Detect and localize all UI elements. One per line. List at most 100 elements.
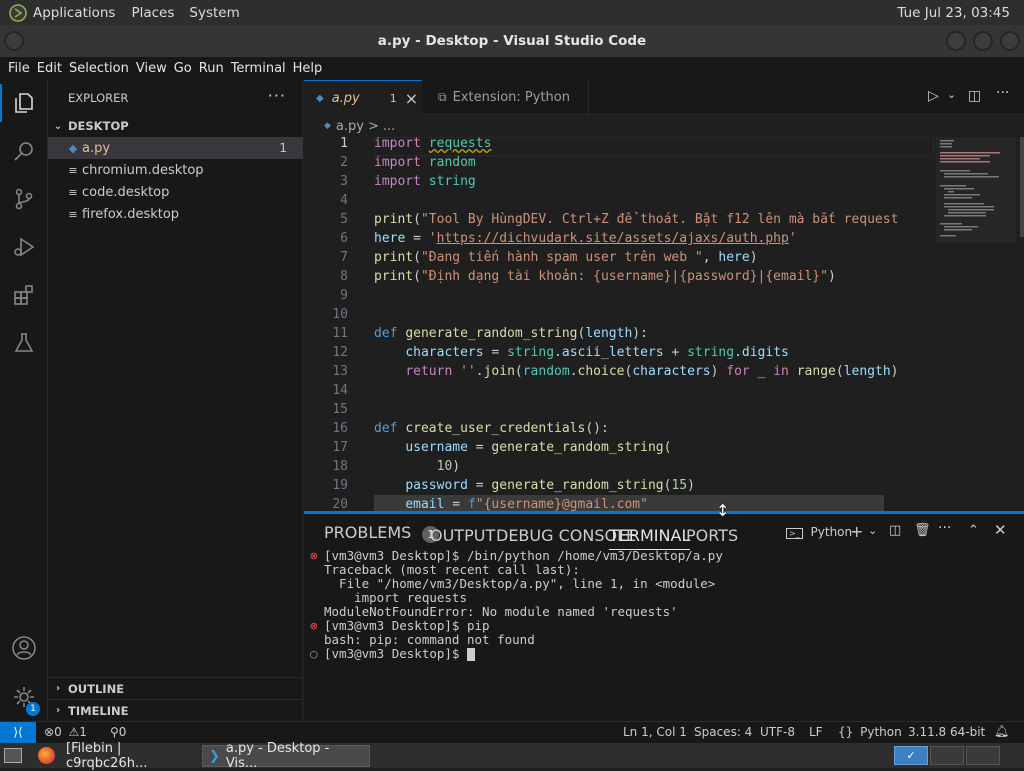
file-item-a-py[interactable]: ◆ a.py 1 bbox=[48, 137, 303, 159]
applications-menu[interactable]: Applications bbox=[9, 3, 116, 22]
ports-status[interactable]: ⚲0 bbox=[110, 725, 126, 739]
breadcrumb-file[interactable]: a.py bbox=[336, 119, 364, 134]
workspace-switcher-2[interactable] bbox=[930, 746, 964, 765]
close-window-button[interactable] bbox=[1000, 31, 1020, 51]
file-item-code[interactable]: ≡ code.desktop bbox=[48, 181, 303, 203]
terminal-line: ModuleNotFoundError: No module named 're… bbox=[324, 604, 678, 619]
menu-bar: File Edit Selection View Go Run Terminal… bbox=[0, 57, 1024, 80]
menu-edit[interactable]: Edit bbox=[37, 61, 62, 76]
menu-view[interactable]: View bbox=[136, 61, 167, 76]
run-debug-icon bbox=[14, 237, 35, 257]
problems-status[interactable]: ⊗0 ⚠1 bbox=[44, 725, 87, 739]
maximize-button[interactable] bbox=[973, 31, 993, 51]
panel-tab-problems[interactable]: PROBLEMS 1 bbox=[324, 523, 440, 543]
timeline-section[interactable]: › TIMELINE bbox=[48, 699, 303, 721]
outline-section[interactable]: › OUTLINE bbox=[48, 677, 303, 699]
split-editor-button[interactable]: ◫ bbox=[968, 88, 981, 104]
breadcrumb-symbol[interactable]: ... bbox=[383, 119, 395, 134]
line-number: 16 bbox=[332, 421, 348, 436]
panel-tab-terminal[interactable]: TERMINAL bbox=[609, 526, 691, 550]
activity-bar: 1 bbox=[0, 80, 48, 721]
panel-more-button[interactable]: ··· bbox=[938, 520, 951, 536]
minimap[interactable] bbox=[936, 137, 1024, 257]
file-item-chromium[interactable]: ≡ chromium.desktop bbox=[48, 159, 303, 181]
panel-tab-output[interactable]: OUTPUT bbox=[430, 526, 495, 545]
taskbar-item-vscode[interactable]: ❯ a.py - Desktop - Vis... bbox=[202, 741, 370, 771]
menu-terminal[interactable]: Terminal bbox=[231, 61, 286, 76]
code-editor[interactable]: 1 import requests 2 import random 3 import … bbox=[304, 137, 1024, 511]
menu-file[interactable]: File bbox=[8, 61, 30, 76]
testing-activity[interactable] bbox=[0, 320, 48, 366]
extensions-activity[interactable] bbox=[0, 272, 48, 318]
menu-selection[interactable]: Selection bbox=[69, 61, 129, 76]
search-activity[interactable] bbox=[0, 128, 48, 174]
cursor-position[interactable]: Ln 1, Col 1 bbox=[623, 725, 687, 739]
tab-extension-python[interactable]: ⧉ Extension: Python bbox=[424, 80, 589, 115]
python-interpreter[interactable]: 3.11.8 64-bit bbox=[908, 725, 985, 739]
show-desktop-icon[interactable] bbox=[4, 748, 22, 763]
split-terminal-button[interactable]: ◫ bbox=[889, 523, 901, 538]
code-line: 10) bbox=[436, 459, 461, 474]
applications-label: Applications bbox=[33, 4, 116, 21]
code-line: import requests bbox=[374, 137, 492, 151]
source-control-activity[interactable] bbox=[0, 176, 48, 222]
run-options-chevron-icon[interactable]: ⌄ bbox=[947, 88, 956, 101]
code-line: print("Đang tiến hành spam user trên web… bbox=[374, 250, 758, 265]
accounts-activity[interactable] bbox=[0, 625, 48, 671]
close-panel-button[interactable]: ✕ bbox=[994, 521, 1007, 539]
firefox-launcher-icon[interactable] bbox=[38, 747, 55, 764]
chevron-right-icon: › bbox=[55, 683, 61, 694]
clock[interactable]: Tue Jul 23, 03:45 bbox=[897, 5, 1010, 21]
folder-label: DESKTOP bbox=[68, 119, 129, 133]
resize-cursor-icon: ↕ bbox=[716, 501, 730, 520]
line-number: 19 bbox=[332, 478, 348, 493]
encoding[interactable]: UTF-8 bbox=[760, 725, 795, 739]
indentation[interactable]: Spaces: 4 bbox=[694, 725, 752, 739]
text-file-icon: ≡ bbox=[68, 163, 78, 177]
tab-a-py[interactable]: ◆ a.py 1 × bbox=[304, 80, 422, 115]
minimize-button[interactable] bbox=[946, 31, 966, 51]
terminal-shell-selector[interactable]: >_ Python bbox=[786, 525, 852, 539]
menu-help[interactable]: Help bbox=[293, 61, 323, 76]
new-terminal-button[interactable]: + bbox=[850, 522, 863, 541]
editor-more-button[interactable]: ··· bbox=[996, 85, 1009, 101]
terminal-options-chevron-icon[interactable]: ⌄ bbox=[868, 524, 877, 537]
workspace-switcher-active[interactable]: ✓ bbox=[894, 746, 928, 765]
taskbar-item-firefox[interactable]: [Filebin | c9rqbc26h... bbox=[60, 741, 200, 771]
line-number: 8 bbox=[340, 269, 348, 284]
tab-label: Extension: Python bbox=[452, 90, 570, 105]
places-menu[interactable]: Places bbox=[131, 5, 174, 21]
explorer-activity[interactable] bbox=[0, 80, 48, 126]
system-menu[interactable]: System bbox=[189, 5, 239, 21]
trash-icon[interactable]: 🗑 bbox=[914, 523, 931, 538]
terminal-line: ⊗ [vm3@vm3 Desktop]$ pip bbox=[310, 618, 490, 633]
window-menu-button[interactable] bbox=[4, 31, 24, 51]
terminal-line: import requests bbox=[324, 590, 467, 605]
python-file-icon: ◆ bbox=[324, 121, 331, 131]
window-titlebar[interactable]: a.py - Desktop - Visual Studio Code bbox=[0, 25, 1024, 57]
menu-run[interactable]: Run bbox=[199, 61, 224, 76]
run-python-button[interactable]: ▷ bbox=[928, 88, 939, 104]
line-ending[interactable]: LF bbox=[809, 725, 823, 739]
explorer-title: EXPLORER bbox=[68, 91, 129, 105]
file-item-firefox[interactable]: ≡ firefox.desktop bbox=[48, 203, 303, 225]
terminal-output[interactable]: ⊗ [vm3@vm3 Desktop]$ /bin/python /home/vm… bbox=[310, 548, 723, 661]
code-line: print("Tool By HùngDEV. Ctrl+Z để thoát.… bbox=[374, 212, 899, 227]
line-number: 17 bbox=[332, 440, 348, 455]
extensions-icon bbox=[14, 285, 33, 305]
line-number: 5 bbox=[340, 212, 348, 227]
notifications-bell-icon[interactable]: 🔔︎ bbox=[994, 724, 1009, 738]
close-tab-icon[interactable]: × bbox=[405, 89, 418, 108]
panel-tab-ports[interactable]: PORTS bbox=[686, 526, 738, 545]
line-number: 18 bbox=[332, 459, 348, 474]
desktop-folder-header[interactable]: ⌄ DESKTOP bbox=[48, 115, 303, 137]
language-mode[interactable]: {} Python bbox=[838, 725, 902, 739]
menu-go[interactable]: Go bbox=[174, 61, 192, 76]
manage-activity[interactable]: 1 bbox=[0, 674, 48, 720]
workspace-switcher-3[interactable] bbox=[966, 746, 1000, 765]
explorer-more-button[interactable]: ··· bbox=[268, 86, 286, 105]
shell-name: Python bbox=[810, 525, 853, 539]
maximize-panel-button[interactable]: ⌃ bbox=[968, 523, 979, 538]
remote-indicator[interactable]: ⟩⟨ bbox=[0, 722, 36, 743]
run-debug-activity[interactable] bbox=[0, 224, 48, 270]
